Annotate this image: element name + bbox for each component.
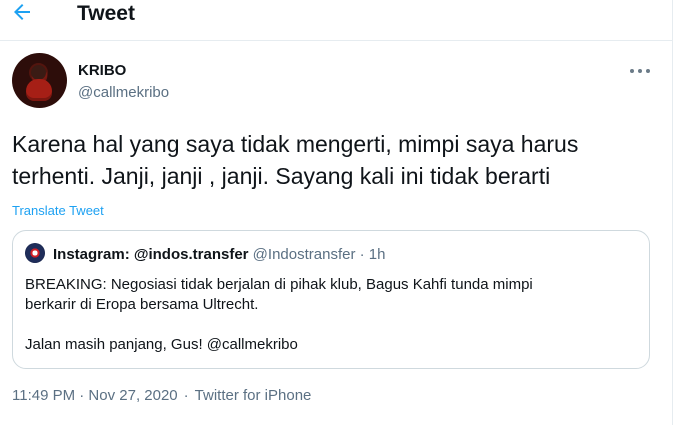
more-dot	[630, 69, 634, 73]
more-dot	[638, 69, 642, 73]
quoted-tweet-username[interactable]: @Indostransfer	[253, 246, 356, 263]
tweet-text: Karena hal yang saya tidak mengerti, mim…	[12, 131, 579, 189]
quoted-tweet-display-name[interactable]: Instagram: @indos.transfer	[53, 246, 249, 263]
more-horizontal-icon[interactable]	[630, 66, 650, 76]
author-avatar[interactable]	[12, 53, 67, 108]
tweet-header: Tweet	[0, 0, 672, 41]
quoted-tweet-header: Instagram: @indos.transfer @Indostransfe…	[53, 246, 633, 264]
tweet-page: Tweet KRIBO @callmekribo Karena hal yang…	[0, 0, 700, 425]
tweet-client-link[interactable]: Twitter for iPhone	[195, 387, 312, 404]
arrow-left-icon	[14, 4, 30, 20]
page-title: Tweet	[77, 2, 135, 25]
quoted-tweet-separator: ·	[359, 246, 369, 263]
author-username[interactable]: @callmekribo	[78, 84, 169, 102]
quoted-tweet-avatar[interactable]	[25, 243, 45, 263]
meta-separator: ·	[183, 387, 189, 404]
quoted-tweet-time[interactable]: 1h	[369, 246, 386, 263]
translate-tweet-link[interactable]: Translate Tweet	[12, 203, 104, 219]
tweet-meta: 11:49 PM · Nov 27, 2020 · Twitter for iPho…	[12, 387, 311, 405]
tweet-timestamp[interactable]: 11:49 PM · Nov 27, 2020	[12, 387, 178, 404]
author-display-name[interactable]: KRIBO	[78, 62, 126, 80]
back-button[interactable]	[10, 0, 34, 24]
quoted-tweet-card[interactable]: Instagram: @indos.transfer @Indostransfe…	[12, 230, 650, 369]
content-divider	[672, 0, 673, 425]
quoted-tweet-text: BREAKING: Negosiasi tidak berjalan di pi…	[25, 276, 533, 353]
more-dot	[646, 69, 650, 73]
